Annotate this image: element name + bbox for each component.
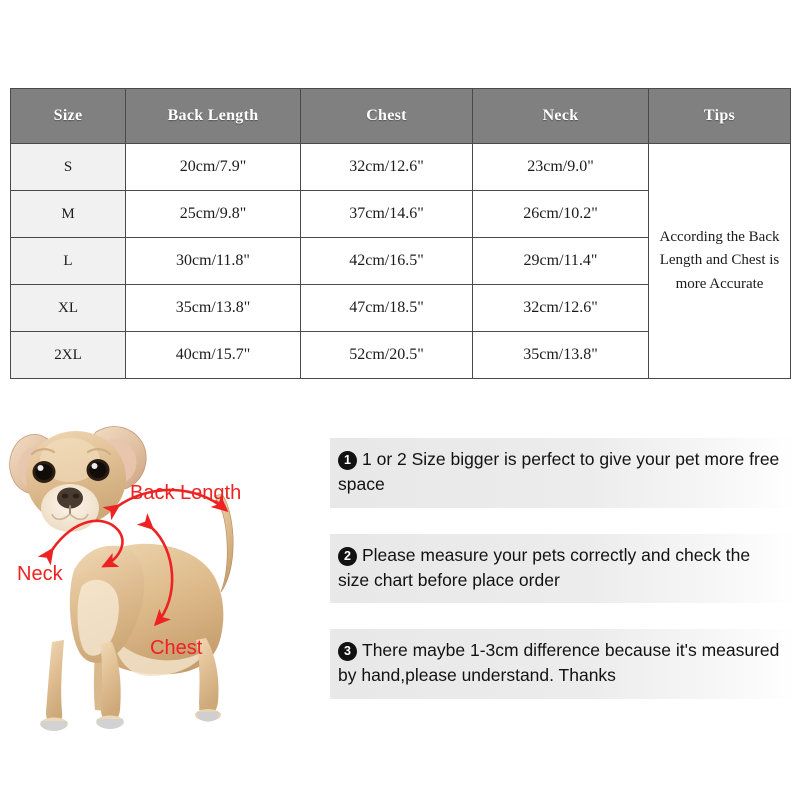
note-number-badge: 2 bbox=[338, 546, 357, 566]
notes-list: 11 or 2 Size bigger is perfect to give y… bbox=[330, 438, 796, 700]
cell-back-length: 25cm/9.8" bbox=[125, 190, 301, 238]
cell-chest: 47cm/18.5" bbox=[300, 284, 473, 332]
label-back-length: Back Length bbox=[130, 482, 241, 504]
cell-chest: 32cm/12.6" bbox=[300, 143, 473, 191]
note-text: 1 or 2 Size bigger is perfect to give yo… bbox=[338, 449, 780, 494]
column-header-tips: Tips bbox=[648, 88, 791, 144]
cell-size: M bbox=[10, 190, 126, 238]
note-item: 2 Please measure your pets correctly and … bbox=[330, 533, 796, 604]
cell-back-length: 40cm/15.7" bbox=[125, 331, 301, 379]
cell-size: S bbox=[10, 143, 126, 191]
dog-illustration-svg: Back Length Neck Chest bbox=[9, 426, 241, 732]
cell-chest: 37cm/14.6" bbox=[300, 190, 473, 238]
column-header-chest: Chest bbox=[300, 88, 473, 144]
column-header-size: Size bbox=[10, 88, 126, 144]
column-header-neck: Neck bbox=[472, 88, 649, 144]
cell-size: XL bbox=[10, 284, 126, 332]
cell-chest: 42cm/16.5" bbox=[300, 237, 473, 285]
size-chart-table-container: Size Back Length Chest Neck Tips S 20cm/… bbox=[10, 88, 791, 379]
size-chart-table: Size Back Length Chest Neck Tips S 20cm/… bbox=[10, 88, 791, 379]
cell-tips: According the Back Length and Chest is m… bbox=[648, 143, 791, 379]
cell-neck: 26cm/10.2" bbox=[472, 190, 649, 238]
note-item: 3 There maybe 1-3cm difference because it… bbox=[330, 629, 796, 700]
cell-size: L bbox=[10, 237, 126, 285]
cell-back-length: 30cm/11.8" bbox=[125, 237, 301, 285]
lower-section: Back Length Neck Chest 11 or 2 Size bigg… bbox=[0, 400, 800, 800]
cell-neck: 29cm/11.4" bbox=[472, 237, 649, 285]
cell-back-length: 20cm/7.9" bbox=[125, 143, 301, 191]
label-chest: Chest bbox=[150, 637, 203, 659]
note-text: Please measure your pets correctly and c… bbox=[338, 544, 751, 590]
column-header-back-length: Back Length bbox=[125, 88, 301, 144]
note-number-badge: 3 bbox=[338, 642, 357, 662]
note-number-badge: 1 bbox=[338, 451, 357, 470]
cell-size: 2XL bbox=[10, 331, 126, 379]
cell-back-length: 35cm/13.8" bbox=[125, 284, 301, 332]
note-text: There maybe 1-3cm difference because it'… bbox=[338, 640, 780, 686]
table-header-row: Size Back Length Chest Neck Tips bbox=[10, 88, 791, 144]
label-neck: Neck bbox=[17, 563, 64, 585]
cell-chest: 52cm/20.5" bbox=[300, 331, 473, 379]
cell-neck: 35cm/13.8" bbox=[472, 331, 649, 379]
dog-measurement-diagram: Back Length Neck Chest bbox=[0, 410, 320, 760]
cell-neck: 23cm/9.0" bbox=[472, 143, 649, 191]
table-row: S 20cm/7.9" 32cm/12.6" 23cm/9.0" Accordi… bbox=[10, 143, 791, 379]
note-item: 11 or 2 Size bigger is perfect to give y… bbox=[330, 438, 796, 508]
cell-neck: 32cm/12.6" bbox=[472, 284, 649, 332]
